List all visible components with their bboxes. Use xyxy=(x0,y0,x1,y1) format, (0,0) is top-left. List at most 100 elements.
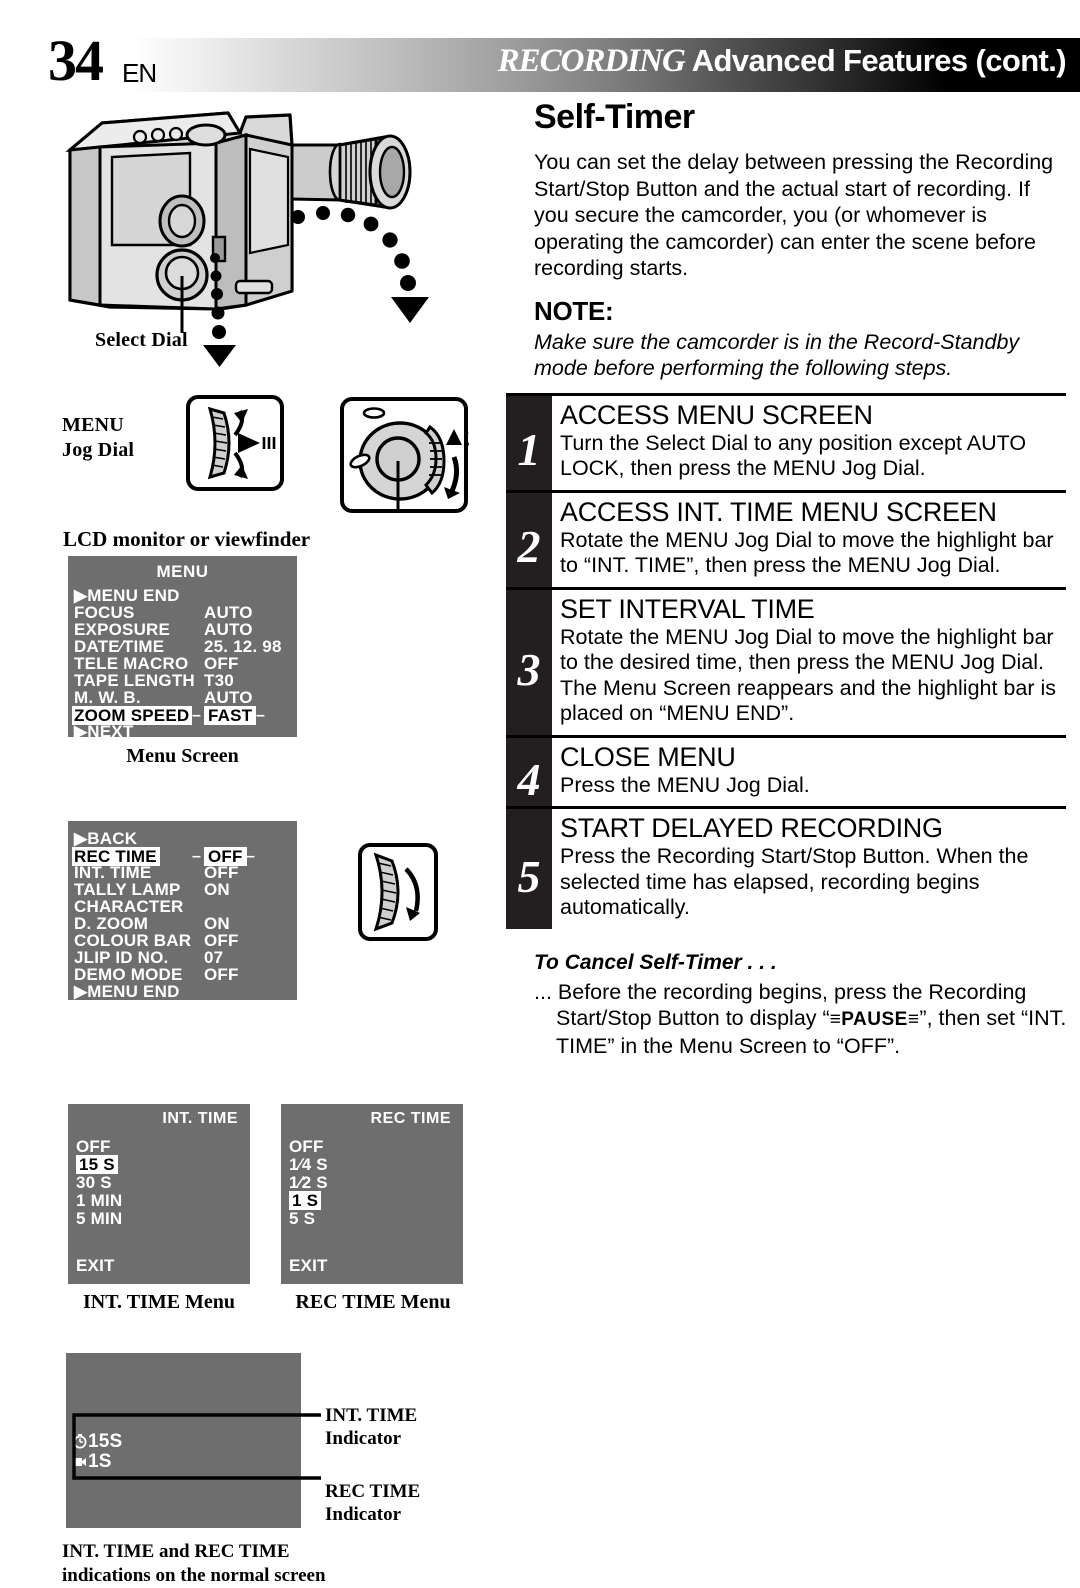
flashing-marker-icon: – xyxy=(256,707,266,724)
label-rec-time-indicator-line1: REC TIME xyxy=(325,1481,421,1502)
osd-option-row[interactable]: 30 S xyxy=(76,1174,250,1192)
step-body: Rotate the MENU Jog Dial to move the hig… xyxy=(560,527,1054,578)
step-title: CLOSE MENU xyxy=(560,741,736,772)
page-language-code: EN xyxy=(122,58,157,88)
camcorder-illustration xyxy=(65,111,429,367)
label-menu-jog-dial: MENU Jog Dial xyxy=(62,413,134,463)
menu-screen-1-rows: ▶MENU END FOCUS AUTO EXPOSURE AUTO DATE∕TIME 2… xyxy=(68,582,297,740)
label-menu-jog-line1: MENU xyxy=(62,414,124,436)
osd-option-label: 5 S xyxy=(289,1209,316,1228)
caption-int-time-menu: INT. TIME Menu xyxy=(82,1291,236,1313)
osd-menu-row[interactable]: TELE MACRO OFF xyxy=(74,655,297,672)
label-select-dial: Select Dial xyxy=(95,329,188,351)
osd-row-label: TALLY LAMP xyxy=(74,880,181,899)
osd-menu-row[interactable]: ▶MENU END xyxy=(74,587,297,604)
osd-row-value: AUTO xyxy=(204,620,253,639)
osd-menu-row[interactable]: CHARACTER xyxy=(74,898,297,915)
osd-menu-row[interactable]: M. W. B. AUTO xyxy=(74,689,297,706)
step-title: START DELAYED RECORDING xyxy=(560,813,943,843)
caption-menu-screen: Menu Screen xyxy=(126,745,239,767)
osd-option-row[interactable]: 1∕2 S xyxy=(289,1174,463,1192)
osd-menu-row[interactable]: JLIP ID NO. 07 xyxy=(74,949,297,966)
osd-row-label: INT. TIME xyxy=(74,863,152,882)
osd-menu-row[interactable]: ▶NEXT xyxy=(74,723,297,740)
osd-menu-row[interactable]: DATE∕TIME 25. 12. 98 xyxy=(74,638,297,655)
osd-option-label: 1∕4 S xyxy=(289,1155,328,1174)
menu-screen-1-title: MENU xyxy=(156,562,209,581)
menu-jog-dial-diagram xyxy=(186,395,284,491)
step-number: 3 xyxy=(517,643,541,695)
osd-option-row[interactable]: 1 MIN xyxy=(76,1192,250,1210)
bottom-caption-line2: indications on the normal screen xyxy=(62,1565,326,1586)
steps-list: 1 ACCESS MENU SCREEN Turn the Select Dial … xyxy=(506,392,1066,929)
recording-start-stop-diagram xyxy=(340,397,468,513)
osd-option-row[interactable]: OFF xyxy=(76,1138,250,1156)
osd-menu-row[interactable]: DEMO MODE OFF xyxy=(74,966,297,983)
step-item: 4 CLOSE MENU Press the MENU Jog Dial. xyxy=(506,734,1066,807)
osd-menu-row[interactable]: D. ZOOM ON xyxy=(74,915,297,932)
osd-menu-row[interactable]: TAPE LENGTH T30 xyxy=(74,672,297,689)
flashing-marker-icon: – xyxy=(192,707,202,724)
menu-jog-dial-rotate-diagram xyxy=(358,843,438,941)
osd-menu-row[interactable]: ▶BACK xyxy=(74,830,297,847)
step-title: ACCESS MENU SCREEN xyxy=(560,399,873,430)
cancel-self-timer-heading: To Cancel Self-Timer . . . xyxy=(534,950,777,974)
osd-option-label: OFF xyxy=(289,1137,324,1156)
osd-menu-row[interactable]: ZOOM SPEED FAST – – xyxy=(72,706,297,725)
page-header: 34 EN RECORDING Advanced Features (cont.… xyxy=(0,30,1080,92)
osd-option-row[interactable]: 15 S xyxy=(76,1155,250,1174)
osd-option-label: OFF xyxy=(76,1137,111,1156)
rec-time-exit: EXIT xyxy=(289,1256,328,1275)
osd-option-row[interactable]: OFF xyxy=(289,1138,463,1156)
int-time-exit: EXIT xyxy=(76,1256,115,1275)
header-title-rest: Advanced Features (cont.) xyxy=(691,43,1067,78)
osd-row-value: OFF xyxy=(204,965,239,984)
osd-menu-row[interactable]: FOCUS AUTO xyxy=(74,604,297,621)
osd-row-value: OFF xyxy=(204,931,239,950)
osd-menu-row[interactable]: INT. TIME OFF xyxy=(74,864,297,881)
osd-row-value: 25. 12. 98 xyxy=(204,637,282,656)
osd-row-label: EXPOSURE xyxy=(74,620,171,639)
osd-row-value: 07 xyxy=(204,948,224,967)
osd-row-label: COLOUR BAR xyxy=(74,931,192,950)
step-body: Press the Recording Start/Stop Button. W… xyxy=(560,844,1029,919)
header-title: RECORDING Advanced Features (cont.) xyxy=(497,43,1067,80)
osd-option-row[interactable]: 1 S xyxy=(289,1191,463,1210)
osd-option-row[interactable]: 5 MIN xyxy=(76,1210,250,1228)
osd-row-value: AUTO xyxy=(204,688,253,707)
label-lcd-monitor: LCD monitor or viewfinder xyxy=(63,527,311,551)
osd-row-value: T30 xyxy=(204,671,234,690)
osd-option-row[interactable]: 5 S xyxy=(289,1210,463,1228)
flashing-marker-icon: – xyxy=(246,848,256,865)
rec-time-menu-screen: REC TIME OFF 1∕4 S 1∕2 S1 S5 S EXIT xyxy=(281,1104,463,1284)
caption-rec-time-menu: REC TIME Menu xyxy=(295,1291,451,1313)
osd-row-label: DEMO MODE xyxy=(74,965,183,984)
osd-row-label: CHARACTER xyxy=(74,897,184,916)
step-number: 4 xyxy=(517,753,541,805)
bottom-caption: INT. TIME and REC TIME indications on th… xyxy=(62,1540,326,1588)
osd-menu-row[interactable]: ▶MENU END xyxy=(74,983,297,1000)
section-title: Self-Timer xyxy=(534,98,695,136)
header-title-italic: RECORDING xyxy=(497,43,686,79)
osd-row-label: M. W. B. xyxy=(74,688,141,707)
step-number: 2 xyxy=(517,521,541,572)
osd-option-label: 5 MIN xyxy=(76,1209,123,1228)
osd-menu-row[interactable]: EXPOSURE AUTO xyxy=(74,621,297,638)
rec-time-title: REC TIME xyxy=(370,1110,451,1127)
jog-dial-icon xyxy=(207,406,276,480)
osd-option-label: 1 MIN xyxy=(76,1191,123,1210)
flashing-marker-icon: – xyxy=(192,848,202,865)
osd-menu-row[interactable]: COLOUR BAR OFF xyxy=(74,932,297,949)
osd-option-row[interactable]: 1∕4 S xyxy=(289,1156,463,1174)
label-int-time-indicator-line2: Indicator xyxy=(325,1428,401,1449)
osd-row-value: AUTO xyxy=(204,603,253,622)
osd-menu-row[interactable]: REC TIME OFF – – xyxy=(72,847,297,866)
step-item: 1 ACCESS MENU SCREEN Turn the Select Dial … xyxy=(506,392,1066,490)
menu-screen-1: MENU ▶MENU END FOCUS AUTO EXPOSURE AUTO DATE∕… xyxy=(68,556,297,740)
osd-menu-row[interactable]: TALLY LAMP ON xyxy=(74,881,297,898)
step-body: Turn the Select Dial to any position exc… xyxy=(560,430,1027,481)
menu-screen-2-rows: ▶BACK REC TIME OFF – – INT. TIME OFF TALLY LAMP… xyxy=(68,821,297,1000)
osd-option-label: 1∕2 S xyxy=(289,1173,328,1192)
osd-row-label: DATE∕TIME xyxy=(74,637,165,656)
osd-option-label: 30 S xyxy=(76,1173,112,1192)
